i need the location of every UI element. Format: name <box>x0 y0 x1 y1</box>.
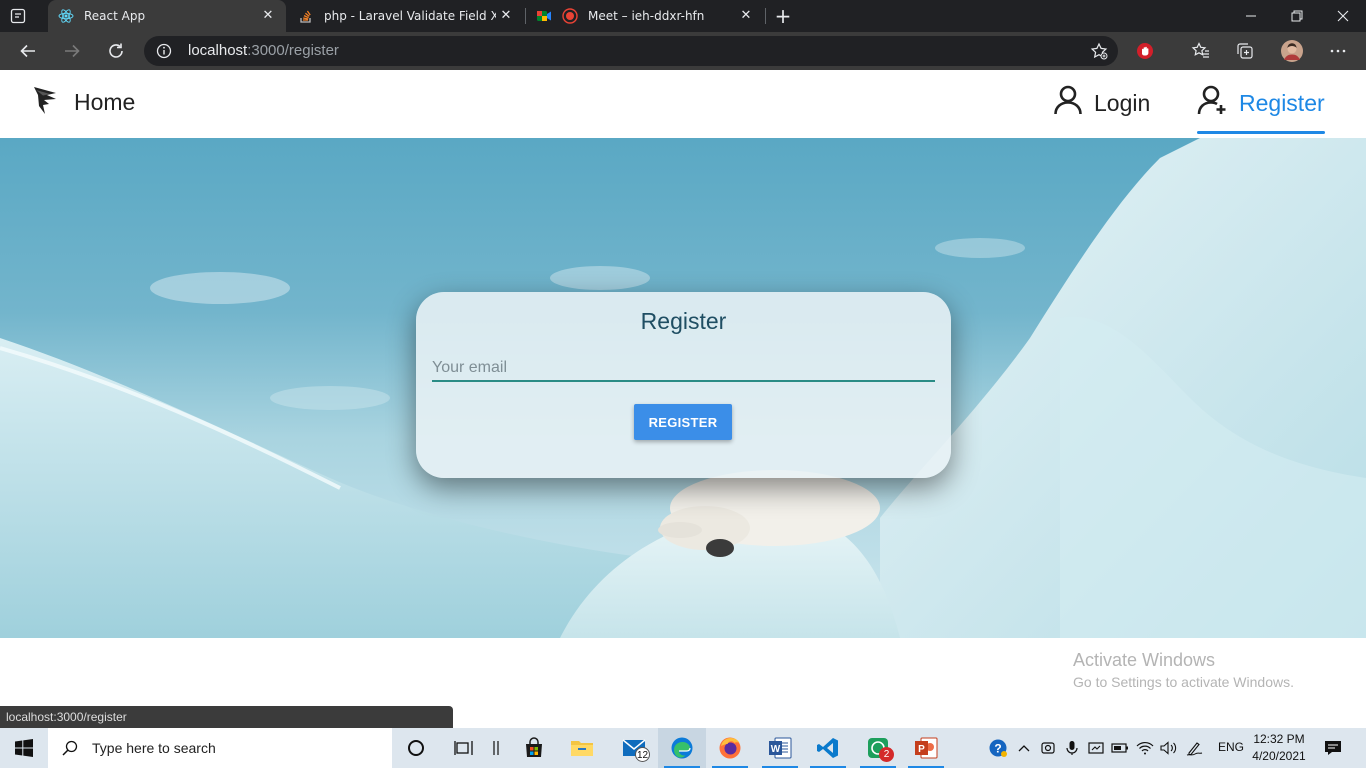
url-host: localhost <box>188 42 248 59</box>
cortana-icon[interactable] <box>392 728 440 768</box>
close-window-button[interactable] <box>1320 0 1366 32</box>
google-meet-icon <box>536 8 552 24</box>
tab-stackoverflow[interactable]: php - Laravel Validate Field X if F ✕ <box>288 0 524 32</box>
vscode-icon[interactable] <box>804 728 852 768</box>
stackoverflow-icon <box>298 8 314 24</box>
extension-shield-icon[interactable] <box>1134 40 1156 62</box>
login-label: Login <box>1094 89 1151 116</box>
svg-text:W: W <box>771 744 781 755</box>
tab-title: php - Laravel Validate Field X if F <box>324 9 496 23</box>
search-placeholder: Type here to search <box>92 740 216 756</box>
watermark-subtitle: Go to Settings to activate Windows. <box>1073 674 1294 690</box>
tab-title: React App <box>84 9 146 23</box>
tab-divider <box>765 8 766 24</box>
windows-logo-icon <box>15 739 33 757</box>
tab-title: Meet – ieh-ddxr-hfn <box>588 9 705 23</box>
mail-badge: 12 <box>635 747 650 762</box>
powerpoint-icon[interactable]: P <box>902 728 950 768</box>
help-icon[interactable]: ? <box>986 728 1010 768</box>
windows-taskbar: Type here to search 12 W 2 P ? ENG 12:32… <box>0 728 1366 768</box>
watermark-title: Activate Windows <box>1073 650 1216 670</box>
notification-center-icon[interactable] <box>1320 728 1346 768</box>
language-indicator[interactable]: ENG <box>1218 740 1244 754</box>
site-info-icon[interactable] <box>156 43 172 59</box>
add-favorite-icon[interactable] <box>1090 42 1108 60</box>
wifi-icon[interactable] <box>1134 728 1156 768</box>
refresh-button[interactable] <box>102 38 130 64</box>
edge-browser-icon[interactable] <box>658 728 706 768</box>
collections-icon[interactable] <box>1234 40 1256 62</box>
user-icon <box>1052 84 1094 122</box>
microphone-icon[interactable] <box>1062 728 1082 768</box>
taskbar-search-box[interactable]: Type here to search <box>48 728 392 768</box>
home-label: Home <box>74 89 136 115</box>
forward-button[interactable] <box>58 38 86 64</box>
close-tab-icon[interactable]: ✕ <box>260 8 276 24</box>
camera-icon[interactable] <box>1038 728 1058 768</box>
react-logo-icon <box>58 8 74 24</box>
network-status-icon[interactable] <box>1086 728 1106 768</box>
register-title: Register <box>640 308 727 334</box>
hero-background: Register REGISTER <box>0 138 1366 638</box>
microsoft-store-icon[interactable] <box>510 728 558 768</box>
whatsapp-icon[interactable]: 2 <box>854 728 902 768</box>
register-button[interactable]: REGISTER <box>634 404 732 440</box>
app-navbar: Home Login Register <box>0 70 1366 138</box>
browser-toolbar: localhost:3000/register <box>0 32 1366 70</box>
file-explorer-icon[interactable] <box>558 728 606 768</box>
firefox-icon[interactable] <box>706 728 754 768</box>
pen-workspace-icon[interactable] <box>1184 728 1206 768</box>
more-options-icon[interactable] <box>1327 40 1349 62</box>
nav-login[interactable]: Login <box>1052 84 1150 122</box>
browser-tab-bar: React App ✕ php - Laravel Validate Field… <box>0 0 1366 32</box>
start-button[interactable] <box>0 728 48 768</box>
profile-avatar[interactable] <box>1281 40 1303 62</box>
close-tab-icon[interactable]: ✕ <box>738 8 754 24</box>
svg-text:?: ? <box>994 742 1001 756</box>
system-clock[interactable]: 12:32 PM 4/20/2021 <box>1246 731 1312 765</box>
email-field[interactable] <box>432 352 935 382</box>
address-bar[interactable]: localhost:3000/register <box>144 36 1118 66</box>
whatsapp-badge: 2 <box>879 747 894 762</box>
tab-react-app[interactable]: React App ✕ <box>48 0 286 32</box>
tab-google-meet[interactable]: Meet – ieh-ddxr-hfn ✕ <box>526 0 764 32</box>
volume-icon[interactable] <box>1158 728 1180 768</box>
register-card: Register REGISTER <box>416 292 951 478</box>
brand-logo-icon <box>32 84 60 121</box>
activate-windows-watermark: Activate Windows Go to Settings to activ… <box>1073 650 1294 690</box>
search-icon <box>62 740 78 756</box>
register-label: Register <box>1239 89 1325 116</box>
battery-icon[interactable] <box>1110 728 1130 768</box>
home-link[interactable]: Home <box>32 84 135 121</box>
nav-register[interactable]: Register <box>1197 84 1325 134</box>
web-page: Home Login Register Register Your email … <box>0 70 1366 728</box>
add-user-icon <box>1197 84 1239 122</box>
new-tab-button[interactable]: + <box>772 5 794 27</box>
restore-button[interactable] <box>1274 0 1320 32</box>
word-icon[interactable]: W <box>756 728 804 768</box>
close-tab-icon[interactable]: ✕ <box>498 8 514 24</box>
link-status-bar: localhost:3000/register <box>0 706 453 728</box>
minimize-button[interactable] <box>1228 0 1274 32</box>
clock-date: 4/20/2021 <box>1252 749 1306 763</box>
show-hidden-icons-chevron-up-icon[interactable] <box>1014 728 1034 768</box>
url-path: :3000/register <box>247 42 339 59</box>
mail-icon[interactable]: 12 <box>610 728 658 768</box>
svg-text:P: P <box>918 744 925 755</box>
tab-actions-icon[interactable] <box>8 6 28 26</box>
back-button[interactable] <box>14 38 42 64</box>
favorites-icon[interactable] <box>1190 40 1212 62</box>
url-text: localhost:3000/register <box>188 42 339 59</box>
recording-icon <box>562 8 578 24</box>
clock-time: 12:32 PM <box>1253 732 1305 746</box>
